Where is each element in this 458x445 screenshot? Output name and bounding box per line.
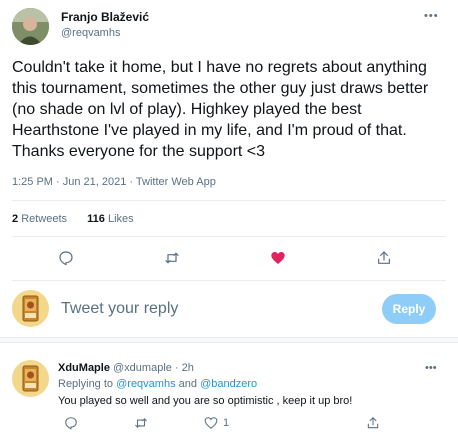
retweets-count[interactable]: 2: [12, 213, 18, 225]
tweet-meta[interactable]: 1:25 PM · Jun 21, 2021 · Twitter Web App: [12, 176, 216, 188]
avatar-card-icon: [12, 360, 49, 397]
reply-tweet[interactable]: XduMaple @xdumaple · 2h ••• Replying to …: [0, 350, 458, 445]
heart-outline-icon: [204, 417, 218, 429]
share-icon[interactable]: [374, 248, 394, 268]
reply-like-button[interactable]: 1: [204, 416, 229, 430]
replying-to: Replying to @reqvamhs and @bandzero: [58, 378, 257, 390]
tweet-stats: 2 Retweets 116 Likes: [12, 213, 134, 225]
reply-icon[interactable]: [56, 248, 76, 268]
reply-share-icon[interactable]: [366, 416, 380, 430]
divider: [12, 236, 446, 237]
avatar-photo-icon: [12, 8, 49, 45]
likes-label[interactable]: Likes: [108, 213, 134, 225]
reply-author-name[interactable]: XduMaple: [58, 362, 110, 374]
author-name[interactable]: Franjo Blažević: [61, 10, 149, 24]
main-tweet: Franjo Blažević @reqvamhs ••• Couldn't t…: [0, 0, 458, 330]
reply-time[interactable]: · 2h: [175, 362, 194, 374]
reply-more-icon[interactable]: •••: [425, 362, 437, 374]
mention-link[interactable]: @bandzero: [200, 378, 257, 390]
tweet-text: Couldn't take it home, but I have no reg…: [12, 59, 429, 160]
reply-retweet-icon[interactable]: [134, 416, 148, 430]
divider: [12, 280, 446, 281]
section-separator: [0, 337, 458, 343]
divider: [12, 200, 446, 201]
reply-input[interactable]: Tweet your reply: [61, 300, 178, 318]
and-word: and: [178, 378, 197, 390]
reply-reply-icon[interactable]: [64, 416, 78, 430]
composer-avatar[interactable]: [12, 290, 49, 327]
reply-author-handle[interactable]: @xdumaple: [113, 362, 172, 374]
avatar-card-icon: [12, 290, 49, 327]
reply-like-count: 1: [223, 417, 230, 429]
more-icon[interactable]: •••: [424, 10, 439, 22]
likes-count[interactable]: 116: [87, 213, 105, 225]
reply-actions: 1: [58, 416, 448, 436]
retweets-label[interactable]: Retweets: [21, 213, 67, 225]
author-avatar[interactable]: [12, 8, 49, 45]
reply-button[interactable]: Reply: [382, 294, 436, 324]
author-handle[interactable]: @reqvamhs: [61, 27, 120, 39]
retweet-icon[interactable]: [162, 248, 182, 268]
heart-icon[interactable]: [268, 248, 288, 268]
reply-header: XduMaple @xdumaple · 2h: [58, 362, 194, 374]
reply-text: You played so well and you are so optimi…: [58, 395, 353, 407]
reply-author-avatar[interactable]: [12, 360, 49, 397]
replying-prefix: Replying to: [58, 378, 114, 390]
mention-link[interactable]: @reqvamhs: [116, 378, 175, 390]
